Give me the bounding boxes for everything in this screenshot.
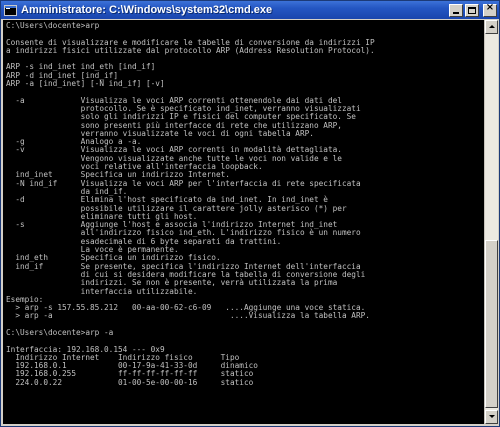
scroll-up-arrow-icon xyxy=(489,25,495,28)
console-line: C:\Users\docente>arp xyxy=(6,21,100,30)
cmd-window: Amministratore: C:\Windows\system32\cmd.… xyxy=(0,0,500,427)
close-button[interactable]: × xyxy=(483,1,497,17)
console-text: C:\Users\docente>arp Consente di visuali… xyxy=(6,21,375,387)
title-bar[interactable]: Amministratore: C:\Windows\system32\cmd.… xyxy=(1,1,499,19)
maximize-button[interactable] xyxy=(465,3,479,17)
console-output[interactable]: C:\Users\docente>arp Consente di visuali… xyxy=(3,20,484,424)
maximize-icon xyxy=(468,6,476,14)
console-line: > arp -a ....Visualizza la tabella ARP. xyxy=(6,311,370,321)
console-line: C:\Users\docente>arp -a xyxy=(6,327,114,337)
scroll-up-button[interactable] xyxy=(485,20,498,34)
vertical-scrollbar[interactable] xyxy=(484,20,498,424)
console-line: a indirizzi fisici utilizzate dal protoc… xyxy=(6,45,375,55)
minimize-button[interactable] xyxy=(449,3,463,17)
window-title: Amministratore: C:\Windows\system32\cmd.… xyxy=(21,4,273,16)
scrollbar-thumb[interactable] xyxy=(485,240,498,408)
scroll-down-button[interactable] xyxy=(485,410,498,424)
minimize-icon xyxy=(453,11,459,14)
cmd-icon[interactable] xyxy=(4,4,17,16)
scroll-down-arrow-icon xyxy=(489,415,495,418)
console-line: ARP -a [ind_inet] [-N ind_if] [-v] xyxy=(6,79,165,89)
close-icon: × xyxy=(485,1,495,13)
console-line: 224.0.0.22 01-00-5e-00-00-16 statico xyxy=(6,377,254,387)
title-bar-buttons: × xyxy=(449,1,497,17)
